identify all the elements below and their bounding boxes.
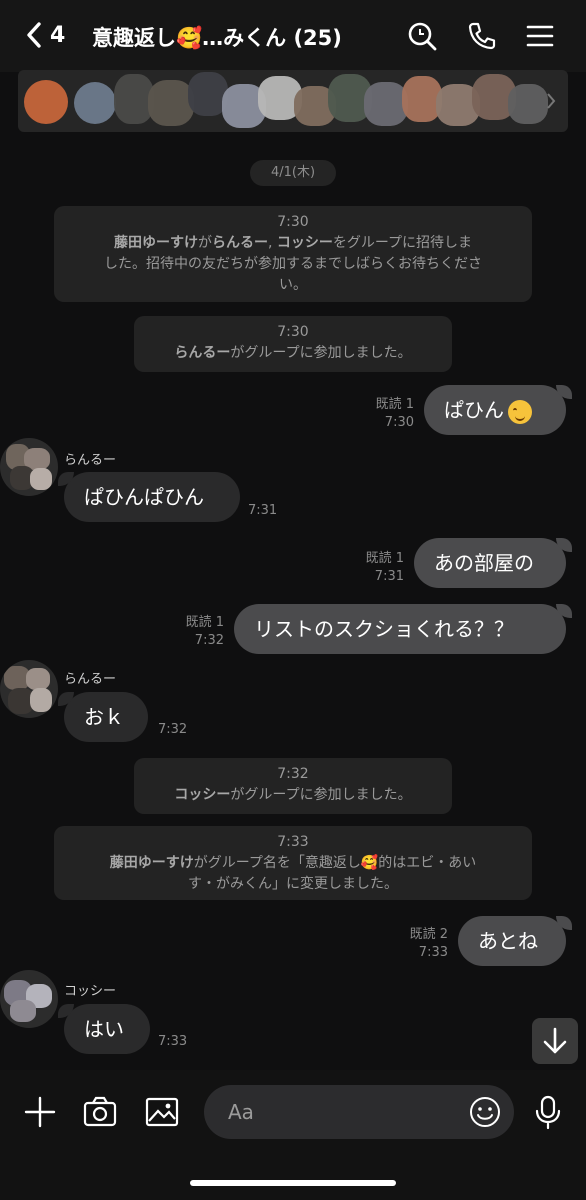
message-meta: 既読 2 7:33 [394, 926, 448, 962]
system-message: 7:30 藤田ゆーすけがらんるー, コッシーをグループに招待しま した。招待中の… [54, 206, 532, 302]
message-meta: 既読 1 7:31 [350, 550, 404, 586]
sender-name: らんるー [64, 672, 117, 687]
message-text: はい [84, 1017, 124, 1041]
message-text: おｋ [84, 705, 124, 729]
member-avatar[interactable] [24, 80, 68, 124]
message-time: 7:31 [248, 503, 278, 518]
system-text: がグループに参加しました。 [230, 345, 412, 361]
message-time: 7:33 [418, 945, 448, 960]
chevron-left-icon [27, 22, 41, 48]
system-name: 藤田ゆーすけ [113, 235, 198, 251]
message-meta: 既読 1 7:30 [360, 396, 414, 432]
chat-title[interactable]: 意趣返し🥰…みくん (25) [92, 22, 342, 52]
system-message: 7:30 らんるーがグループに参加しました。 [134, 316, 452, 372]
system-text-line: らんるーがグループに参加しました。 [146, 343, 440, 364]
system-text-line: コッシーがグループに参加しました。 [146, 785, 440, 806]
system-message: 7:32 コッシーがグループに参加しました。 [134, 758, 452, 814]
sender-name: らんるー [64, 453, 117, 468]
member-avatar[interactable] [74, 82, 116, 124]
chat-header: 4 意趣返し🥰…みくん (25) [0, 0, 586, 72]
message-time: 7:30 [384, 415, 414, 430]
menu-icon[interactable] [524, 20, 556, 52]
system-name: コッシー [174, 787, 231, 803]
message-bubble-outgoing[interactable]: あの部屋の [414, 538, 572, 588]
sender-name: コッシー [64, 984, 117, 999]
system-name: らんるー [211, 235, 268, 251]
system-message: 7:33 藤田ゆーすけがグループ名を「意趣返し🥰的はエビ・あい す・がみくん」に… [54, 826, 532, 900]
system-text: , [267, 235, 277, 251]
avatar[interactable] [0, 660, 58, 718]
system-time: 7:30 [277, 214, 309, 230]
system-text: がグループ名を「意趣返し🥰的はエビ・あい [193, 855, 477, 871]
microphone-icon[interactable] [530, 1094, 566, 1130]
system-name: コッシー [276, 235, 333, 251]
home-indicator [190, 1180, 396, 1186]
emoji-icon[interactable] [468, 1095, 502, 1129]
message-time: 7:32 [158, 722, 188, 737]
plus-icon[interactable] [22, 1094, 58, 1130]
date-separator: 4/1(木) [250, 160, 336, 186]
system-name: らんるー [174, 345, 231, 361]
arrow-down-icon [543, 1027, 567, 1054]
avatar[interactable] [0, 970, 58, 1028]
read-receipt: 既読 1 [365, 551, 404, 566]
message-bubble-outgoing[interactable]: ぱひん [424, 385, 572, 435]
message-text: ぱひん [444, 398, 504, 422]
system-text-line: い。 [279, 277, 307, 293]
message-bubble-incoming[interactable]: はい [58, 1004, 150, 1054]
message-text: あの部屋の [434, 551, 534, 575]
system-text: が [197, 235, 212, 251]
system-text: がグループに参加しました。 [230, 787, 412, 803]
system-time: 7:33 [277, 834, 309, 850]
read-receipt: 既読 1 [185, 615, 224, 630]
message-bubble-outgoing[interactable]: リストのスクショくれる？？ [234, 604, 572, 654]
phone-icon[interactable] [466, 20, 498, 52]
message-input-placeholder: Aa [228, 1100, 254, 1124]
message-bubble-incoming[interactable]: ぱひんぱひん [58, 472, 240, 522]
back-button[interactable]: 4 [26, 22, 65, 48]
member-avatars-strip[interactable] [18, 70, 568, 132]
system-text: をグループに招待しま [332, 235, 473, 251]
message-time: 7:31 [374, 569, 404, 584]
unread-count: 4 [50, 22, 66, 48]
message-bubble-incoming[interactable]: おｋ [58, 692, 148, 742]
member-avatar[interactable] [508, 84, 548, 124]
system-text-line: 藤田ゆーすけがらんるー, コッシーをグループに招待しま [66, 233, 520, 254]
chevron-right-icon[interactable] [546, 92, 556, 110]
message-text: あとね [478, 929, 538, 953]
message-meta: 既読 1 7:32 [170, 614, 224, 650]
message-input[interactable]: Aa [204, 1085, 514, 1139]
system-text-line: した。招待中の友だちが参加するまでしばらくお待ちくださ [104, 256, 482, 272]
smiling-emoji-icon [508, 399, 532, 424]
system-name: 藤田ゆーすけ [109, 855, 194, 871]
avatar[interactable] [0, 438, 58, 496]
image-icon[interactable] [144, 1094, 180, 1130]
read-receipt: 既読 1 [375, 397, 414, 412]
message-bubble-outgoing[interactable]: あとね [458, 916, 572, 966]
message-text: リストのスクショくれる？？ [254, 617, 514, 641]
system-time: 7:32 [277, 766, 309, 782]
message-time: 7:32 [194, 633, 224, 648]
message-text: ぱひんぱひん [84, 485, 204, 509]
scroll-to-bottom-button[interactable] [532, 1018, 578, 1064]
system-text-line: す・がみくん」に変更しました。 [188, 876, 398, 892]
read-receipt: 既読 2 [409, 927, 448, 942]
system-time: 7:30 [277, 324, 309, 340]
camera-icon[interactable] [82, 1094, 118, 1130]
search-icon[interactable] [406, 20, 438, 52]
message-time: 7:33 [158, 1034, 188, 1049]
system-text-line: 藤田ゆーすけがグループ名を「意趣返し🥰的はエビ・あい [66, 853, 520, 874]
